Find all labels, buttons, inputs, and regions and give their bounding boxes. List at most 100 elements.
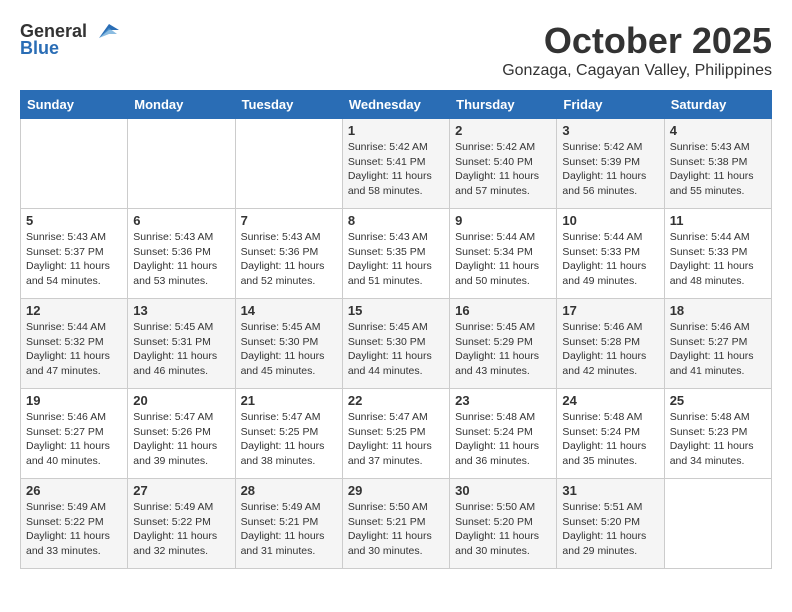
calendar-cell: 17 Sunrise: 5:46 AM Sunset: 5:28 PM Dayli… xyxy=(557,299,664,389)
day-number: 9 xyxy=(455,213,551,228)
calendar-cell: 6 Sunrise: 5:43 AM Sunset: 5:36 PM Daylig… xyxy=(128,209,235,299)
day-info: Sunrise: 5:44 AM Sunset: 5:32 PM Dayligh… xyxy=(26,320,122,379)
day-number: 14 xyxy=(241,303,337,318)
week-row-1: 1 Sunrise: 5:42 AM Sunset: 5:41 PM Daylig… xyxy=(21,119,772,209)
location-title: Gonzaga, Cagayan Valley, Philippines xyxy=(502,62,772,80)
calendar-cell: 12 Sunrise: 5:44 AM Sunset: 5:32 PM Dayli… xyxy=(21,299,128,389)
logo-blue-text: Blue xyxy=(20,38,59,59)
calendar-cell: 24 Sunrise: 5:48 AM Sunset: 5:24 PM Dayli… xyxy=(557,389,664,479)
day-number: 23 xyxy=(455,393,551,408)
calendar-cell: 22Sunrise: 5:47 AM Sunset: 5:25 PM Dayli… xyxy=(342,389,449,479)
day-info: Sunrise: 5:51 AM Sunset: 5:20 PM Dayligh… xyxy=(562,500,658,559)
day-info: Sunrise: 5:45 AM Sunset: 5:30 PM Dayligh… xyxy=(241,320,337,379)
logo: General Blue xyxy=(20,20,121,59)
day-info: Sunrise: 5:43 AM Sunset: 5:36 PM Dayligh… xyxy=(133,230,229,289)
day-number: 7 xyxy=(241,213,337,228)
calendar-cell: 11 Sunrise: 5:44 AM Sunset: 5:33 PM Dayli… xyxy=(664,209,771,299)
month-title: October 2025 xyxy=(502,20,772,62)
calendar-cell: 10 Sunrise: 5:44 AM Sunset: 5:33 PM Dayli… xyxy=(557,209,664,299)
day-info: Sunrise: 5:43 AM Sunset: 5:36 PM Dayligh… xyxy=(241,230,337,289)
weekday-header-friday: Friday xyxy=(557,91,664,119)
calendar-cell: 2 Sunrise: 5:42 AM Sunset: 5:40 PM Daylig… xyxy=(450,119,557,209)
calendar-cell xyxy=(664,479,771,569)
day-number: 2 xyxy=(455,123,551,138)
day-info: Sunrise: 5:46 AM Sunset: 5:27 PM Dayligh… xyxy=(670,320,766,379)
logo-bird-icon xyxy=(89,20,121,42)
day-number: 11 xyxy=(670,213,766,228)
day-number: 26 xyxy=(26,483,122,498)
day-number: 17 xyxy=(562,303,658,318)
weekday-header-thursday: Thursday xyxy=(450,91,557,119)
day-info: Sunrise: 5:50 AM Sunset: 5:20 PM Dayligh… xyxy=(455,500,551,559)
day-info: Sunrise: 5:45 AM Sunset: 5:31 PM Dayligh… xyxy=(133,320,229,379)
calendar-cell: 26Sunrise: 5:49 AM Sunset: 5:22 PM Dayli… xyxy=(21,479,128,569)
day-info: Sunrise: 5:47 AM Sunset: 5:25 PM Dayligh… xyxy=(348,410,444,469)
day-number: 16 xyxy=(455,303,551,318)
day-number: 30 xyxy=(455,483,551,498)
day-info: Sunrise: 5:48 AM Sunset: 5:24 PM Dayligh… xyxy=(455,410,551,469)
day-number: 24 xyxy=(562,393,658,408)
day-info: Sunrise: 5:44 AM Sunset: 5:34 PM Dayligh… xyxy=(455,230,551,289)
week-row-3: 12 Sunrise: 5:44 AM Sunset: 5:32 PM Dayli… xyxy=(21,299,772,389)
day-info: Sunrise: 5:46 AM Sunset: 5:27 PM Dayligh… xyxy=(26,410,122,469)
calendar-cell: 23 Sunrise: 5:48 AM Sunset: 5:24 PM Dayli… xyxy=(450,389,557,479)
calendar-cell xyxy=(235,119,342,209)
day-number: 31 xyxy=(562,483,658,498)
weekday-header-tuesday: Tuesday xyxy=(235,91,342,119)
weekday-header-row: SundayMondayTuesdayWednesdayThursdayFrid… xyxy=(21,91,772,119)
day-info: Sunrise: 5:46 AM Sunset: 5:28 PM Dayligh… xyxy=(562,320,658,379)
header: General Blue October 2025 Gonzaga, Cagay… xyxy=(20,20,772,80)
weekday-header-monday: Monday xyxy=(128,91,235,119)
day-number: 5 xyxy=(26,213,122,228)
day-number: 21 xyxy=(241,393,337,408)
week-row-4: 19Sunrise: 5:46 AM Sunset: 5:27 PM Dayli… xyxy=(21,389,772,479)
day-info: Sunrise: 5:47 AM Sunset: 5:25 PM Dayligh… xyxy=(241,410,337,469)
calendar-cell: 1 Sunrise: 5:42 AM Sunset: 5:41 PM Daylig… xyxy=(342,119,449,209)
day-number: 3 xyxy=(562,123,658,138)
day-info: Sunrise: 5:45 AM Sunset: 5:30 PM Dayligh… xyxy=(348,320,444,379)
calendar-cell: 9 Sunrise: 5:44 AM Sunset: 5:34 PM Daylig… xyxy=(450,209,557,299)
week-row-5: 26 Sunrise: 5:49 AM Sunset: 5:22 PM Dayli… xyxy=(21,479,772,569)
weekday-header-saturday: Saturday xyxy=(664,91,771,119)
calendar-table: SundayMondayTuesdayWednesdayThursdayFrid… xyxy=(20,90,772,569)
day-info: Sunrise: 5:50 AM Sunset: 5:21 PM Dayligh… xyxy=(348,500,444,559)
calendar-cell: 19Sunrise: 5:46 AM Sunset: 5:27 PM Dayli… xyxy=(21,389,128,479)
day-info: Sunrise: 5:42 AM Sunset: 5:41 PM Dayligh… xyxy=(348,140,444,199)
calendar-cell: 14 Sunrise: 5:45 AM Sunset: 5:30 PM Dayli… xyxy=(235,299,342,389)
calendar-cell: 3Sunrise: 5:42 AM Sunset: 5:39 PM Daylig… xyxy=(557,119,664,209)
day-info: Sunrise: 5:45 AM Sunset: 5:29 PM Dayligh… xyxy=(455,320,551,379)
day-number: 13 xyxy=(133,303,229,318)
day-number: 1 xyxy=(348,123,444,138)
calendar-cell: 27 Sunrise: 5:49 AM Sunset: 5:22 PM Dayli… xyxy=(128,479,235,569)
day-info: Sunrise: 5:49 AM Sunset: 5:22 PM Dayligh… xyxy=(133,500,229,559)
calendar-cell: 28 Sunrise: 5:49 AM Sunset: 5:21 PM Dayli… xyxy=(235,479,342,569)
day-number: 10 xyxy=(562,213,658,228)
calendar-cell: 16 Sunrise: 5:45 AM Sunset: 5:29 PM Dayli… xyxy=(450,299,557,389)
day-info: Sunrise: 5:42 AM Sunset: 5:40 PM Dayligh… xyxy=(455,140,551,199)
day-info: Sunrise: 5:48 AM Sunset: 5:23 PM Dayligh… xyxy=(670,410,766,469)
day-number: 15 xyxy=(348,303,444,318)
calendar-cell: 29 Sunrise: 5:50 AM Sunset: 5:21 PM Dayli… xyxy=(342,479,449,569)
calendar-cell xyxy=(21,119,128,209)
calendar-cell: 7 Sunrise: 5:43 AM Sunset: 5:36 PM Daylig… xyxy=(235,209,342,299)
calendar-cell: 25Sunrise: 5:48 AM Sunset: 5:23 PM Dayli… xyxy=(664,389,771,479)
day-number: 18 xyxy=(670,303,766,318)
calendar-cell: 4Sunrise: 5:43 AM Sunset: 5:38 PM Daylig… xyxy=(664,119,771,209)
weekday-header-sunday: Sunday xyxy=(21,91,128,119)
calendar-cell: 5Sunrise: 5:43 AM Sunset: 5:37 PM Daylig… xyxy=(21,209,128,299)
calendar-cell: 30 Sunrise: 5:50 AM Sunset: 5:20 PM Dayli… xyxy=(450,479,557,569)
day-number: 6 xyxy=(133,213,229,228)
day-number: 27 xyxy=(133,483,229,498)
day-info: Sunrise: 5:44 AM Sunset: 5:33 PM Dayligh… xyxy=(562,230,658,289)
day-info: Sunrise: 5:48 AM Sunset: 5:24 PM Dayligh… xyxy=(562,410,658,469)
week-row-2: 5Sunrise: 5:43 AM Sunset: 5:37 PM Daylig… xyxy=(21,209,772,299)
day-number: 8 xyxy=(348,213,444,228)
day-number: 28 xyxy=(241,483,337,498)
day-info: Sunrise: 5:44 AM Sunset: 5:33 PM Dayligh… xyxy=(670,230,766,289)
day-number: 12 xyxy=(26,303,122,318)
day-info: Sunrise: 5:49 AM Sunset: 5:21 PM Dayligh… xyxy=(241,500,337,559)
day-number: 29 xyxy=(348,483,444,498)
day-info: Sunrise: 5:43 AM Sunset: 5:35 PM Dayligh… xyxy=(348,230,444,289)
calendar-cell: 21 Sunrise: 5:47 AM Sunset: 5:25 PM Dayli… xyxy=(235,389,342,479)
day-info: Sunrise: 5:43 AM Sunset: 5:38 PM Dayligh… xyxy=(670,140,766,199)
